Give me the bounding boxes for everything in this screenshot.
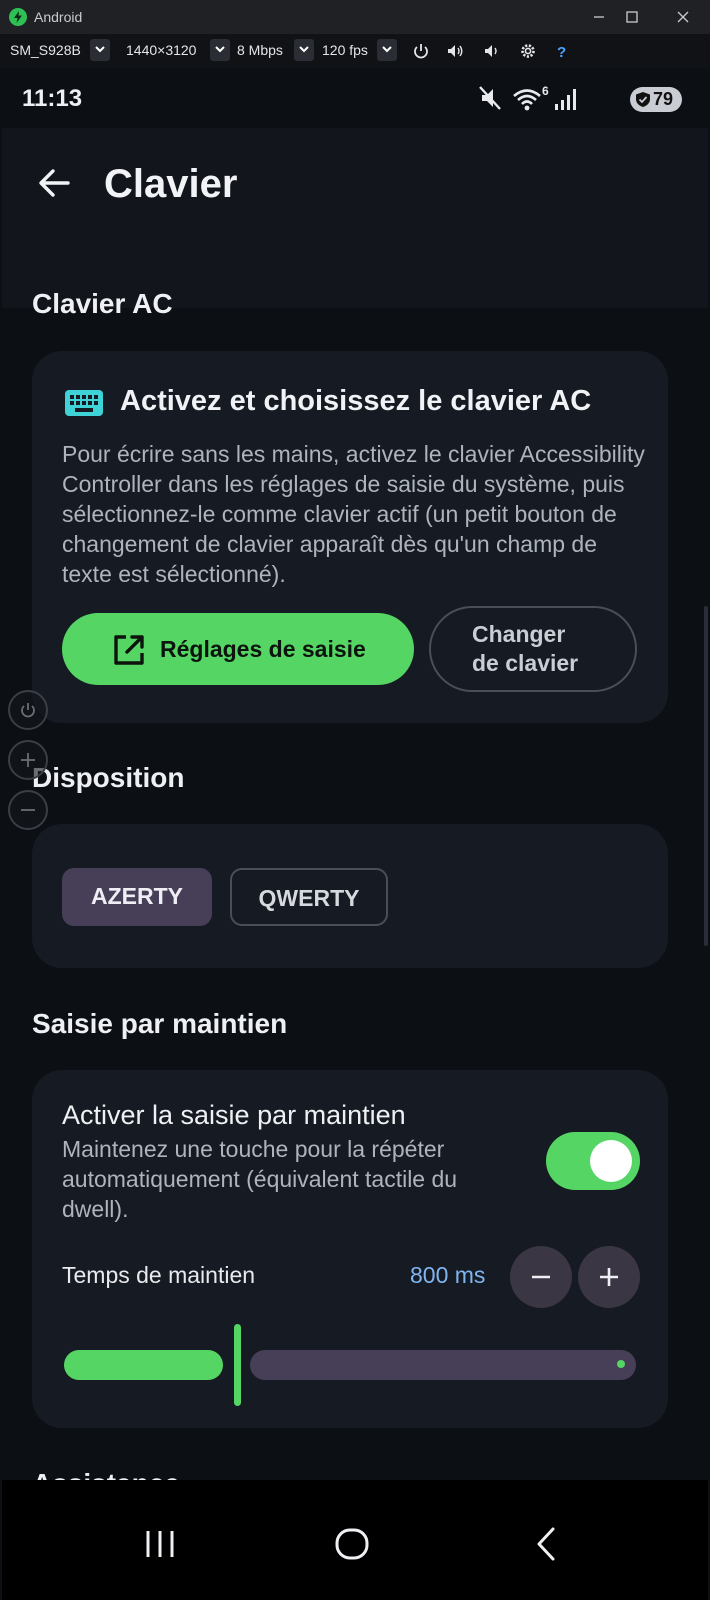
volume-down-icon[interactable] <box>482 42 500 60</box>
settings-content[interactable]: Clavier AC Activez et choisissez le clav… <box>2 248 708 1548</box>
fps-dropdown-chevron-icon[interactable] <box>377 39 397 61</box>
layout-card: AZERTY QWERTY <box>32 824 668 968</box>
power-icon <box>21 703 35 718</box>
decrease-duration-button[interactable] <box>510 1246 572 1308</box>
layout-chip-qwerty[interactable]: QWERTY <box>230 868 388 926</box>
keyboard-card: Activez et choisissez le clavier AC Pour… <box>32 351 668 723</box>
side-volume-up-button[interactable] <box>8 740 48 780</box>
bitrate-select[interactable]: 8 Mbps <box>237 42 283 58</box>
wifi-icon <box>513 89 541 111</box>
status-bar: 11:13 6 79 <box>2 68 708 128</box>
bitrate-dropdown-chevron-icon[interactable] <box>294 39 314 61</box>
close-icon[interactable] <box>672 6 694 28</box>
keyboard-card-title: Activez et choisissez le clavier AC <box>120 385 592 417</box>
window-titlebar: Android <box>0 0 710 34</box>
hold-duration-slider[interactable] <box>64 1324 636 1408</box>
signal-icon <box>555 89 576 110</box>
slider-inactive-track <box>250 1350 636 1380</box>
fps-select[interactable]: 120 fps <box>322 42 368 58</box>
side-volume-down-button[interactable] <box>8 790 48 830</box>
mute-icon <box>479 86 501 110</box>
hold-setting-title: Activer la saisie par maintien <box>62 1100 406 1130</box>
section-title-keyboard: Clavier AC <box>32 288 173 319</box>
mirror-toolbar: SM_S928B 1440×3120 8 Mbps 120 fps ? <box>0 34 710 68</box>
minus-icon <box>21 809 35 811</box>
hold-card: Activer la saisie par maintien Maintenez… <box>32 1070 668 1428</box>
plus-icon <box>21 753 35 767</box>
hold-setting-description: Maintenez une touche pour la répéter aut… <box>62 1136 458 1222</box>
hold-duration-value: 800 ms <box>410 1262 486 1288</box>
home-icon[interactable] <box>332 1524 372 1564</box>
section-title-layout: Disposition <box>32 762 185 793</box>
device-dropdown-chevron-icon[interactable] <box>90 39 110 61</box>
side-power-button[interactable] <box>8 690 48 730</box>
resolution-dropdown-chevron-icon[interactable] <box>210 39 230 61</box>
increase-duration-button[interactable] <box>578 1246 640 1308</box>
back-icon[interactable] <box>527 1524 567 1564</box>
back-arrow-icon[interactable] <box>36 165 72 201</box>
input-settings-label: Réglages de saisie <box>160 636 366 662</box>
window-title: Android <box>34 9 83 25</box>
slider-stop-indicator <box>617 1360 625 1368</box>
slider-thumb[interactable] <box>234 1324 241 1406</box>
section-title-hold: Saisie par maintien <box>32 1008 288 1039</box>
minus-icon <box>532 1275 550 1279</box>
scrollbar[interactable] <box>704 606 708 946</box>
input-settings-button[interactable]: Réglages de saisie <box>62 613 414 685</box>
change-keyboard-button[interactable]: Changer de clavier <box>429 606 637 692</box>
wifi-badge: 6 <box>542 84 549 98</box>
open-external-icon <box>114 635 144 665</box>
help-icon[interactable]: ? <box>552 42 570 61</box>
layout-chip-azerty[interactable]: AZERTY <box>62 868 212 926</box>
keyboard-icon <box>65 390 103 416</box>
phone-screen: 11:13 6 79 Clavier Clavier AC Activez et… <box>2 68 708 1600</box>
resolution-select[interactable]: 1440×3120 <box>126 42 196 58</box>
hold-duration-label: Temps de maintien <box>62 1262 256 1288</box>
plus-icon <box>600 1268 618 1286</box>
hold-toggle-switch[interactable] <box>546 1132 640 1190</box>
status-clock: 11:13 <box>22 85 83 112</box>
maximize-button[interactable] <box>621 6 643 28</box>
toggle-knob <box>590 1140 632 1182</box>
battery-level: 79 <box>653 89 674 109</box>
recent-apps-icon[interactable] <box>140 1524 180 1564</box>
battery-indicator: 79 <box>630 87 682 112</box>
page-title: Clavier <box>104 162 238 206</box>
battery-shield-icon <box>636 92 650 107</box>
minimize-button[interactable] <box>588 6 610 28</box>
svg-text:?: ? <box>557 44 566 60</box>
navigation-bar <box>2 1480 708 1600</box>
slider-active-track <box>64 1350 223 1380</box>
keyboard-card-description: Pour écrire sans les mains, activez le c… <box>62 441 645 587</box>
power-icon[interactable] <box>412 42 430 60</box>
settings-gear-icon[interactable] <box>519 42 537 60</box>
device-select[interactable]: SM_S928B <box>10 42 81 58</box>
volume-up-icon[interactable] <box>446 42 464 60</box>
change-keyboard-label: Changer de clavier <box>472 621 579 676</box>
app-logo-icon <box>9 8 27 26</box>
